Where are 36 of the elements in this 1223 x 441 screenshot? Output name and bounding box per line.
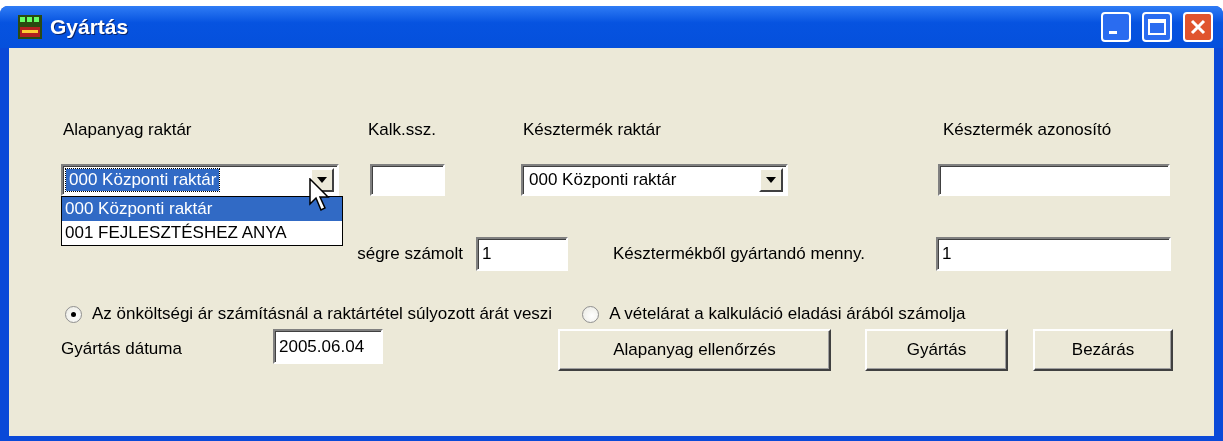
caret-icon [766, 177, 776, 183]
radio-label: Az önköltségi ár számításnál a raktártétel súlyozott árát veszi [92, 304, 553, 324]
caret-icon [317, 177, 327, 183]
maximize-icon [1148, 19, 1166, 35]
field-label: Gyártás dátuma [61, 339, 183, 359]
field-label: ségre számolt [356, 244, 463, 264]
field-label: Késztermékből gyártandó menny. [613, 244, 866, 264]
radio-label: A vételárat a kalkuláció eladási árából számolja [609, 304, 966, 324]
radio-button[interactable] [582, 305, 600, 323]
minimize-button[interactable] [1101, 12, 1131, 42]
field-label: Kalk.ssz. [368, 120, 438, 140]
close-icon [1190, 19, 1206, 35]
app-icon [18, 15, 42, 39]
dropdown-option[interactable]: 001 FEJLESZTÉSHEZ ANYA [62, 221, 342, 245]
field-label: Késztermék azonosító [943, 120, 1112, 140]
window-title: Gyártás [50, 15, 130, 39]
dropdown[interactable]: 000 Központi raktár [61, 164, 339, 196]
radio-button[interactable] [65, 305, 82, 323]
field-label: Alapanyag raktár [63, 120, 193, 140]
dropdown-value: 000 Központi raktár [528, 169, 678, 191]
action-button[interactable]: Bezárás [1033, 329, 1173, 371]
text-field[interactable] [370, 164, 445, 196]
dropdown[interactable]: 000 Központi raktár [521, 164, 788, 196]
text-field[interactable]: 1 [936, 237, 1171, 271]
maximize-button[interactable] [1142, 12, 1172, 42]
text-field[interactable] [938, 164, 1170, 196]
minimize-icon [1109, 31, 1117, 34]
dropdown-value: 000 Központi raktár [66, 169, 220, 191]
action-button[interactable]: Alapanyag ellenőrzés [558, 329, 831, 371]
text-field[interactable]: 2005.06.04 [273, 329, 383, 364]
field-label: Késztermék raktár [523, 120, 662, 140]
text-field[interactable]: 1 [476, 237, 568, 271]
action-button[interactable]: Gyártás [865, 329, 1008, 371]
dropdown-option[interactable]: 000 Központi raktár [62, 197, 342, 221]
close-button[interactable] [1183, 12, 1213, 42]
dropdown-arrow-button[interactable] [759, 168, 783, 192]
